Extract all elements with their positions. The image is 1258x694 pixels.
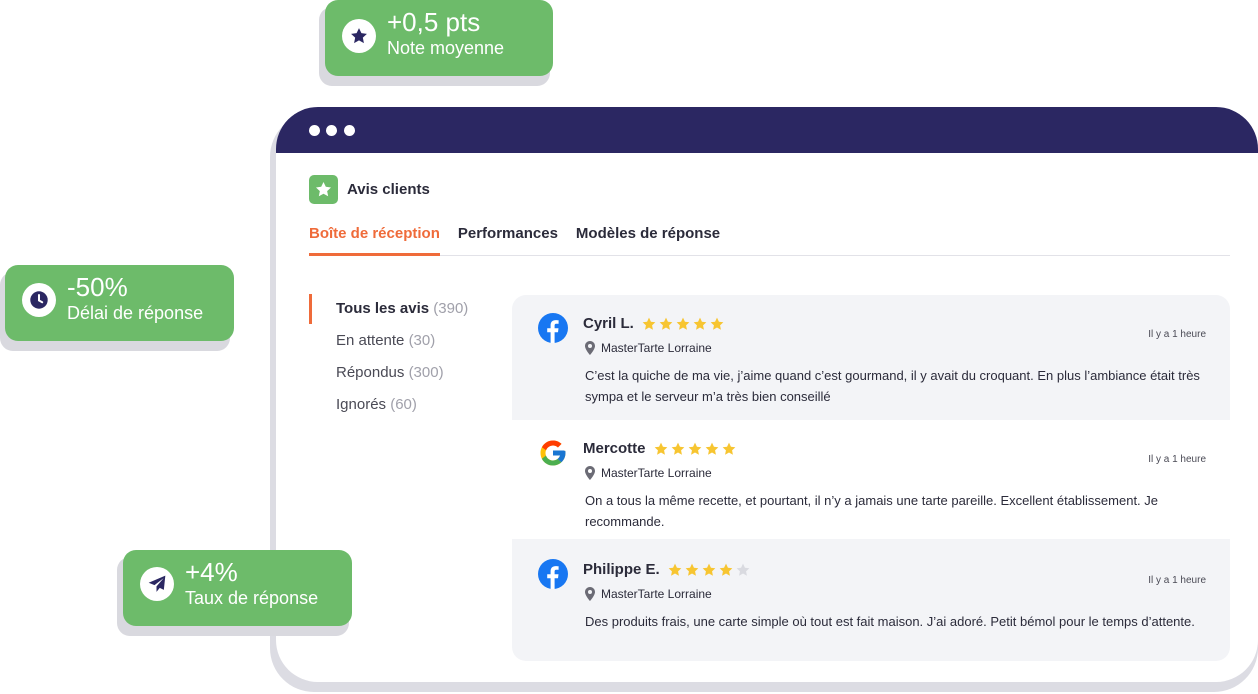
- filter-label: Répondus: [336, 364, 405, 381]
- review-time: Il y a 1 heure: [1148, 329, 1206, 340]
- app-window: Avis clients Boîte de réception Performa…: [276, 107, 1258, 682]
- filter-count: (60): [390, 396, 417, 413]
- filter-count: (300): [408, 364, 444, 381]
- star-filled-icon: [688, 442, 701, 455]
- rating-stars: [641, 316, 725, 332]
- facebook-icon: [538, 313, 568, 343]
- star-empty-icon: [736, 563, 750, 576]
- clock-icon: [22, 283, 56, 317]
- star-filled-icon: [676, 317, 690, 330]
- review-list: Cyril L. Il y a 1 heure MasterTarte Lorr…: [512, 295, 1230, 661]
- badge-value: -50%: [67, 272, 128, 302]
- paper-plane-icon: [140, 567, 174, 601]
- filter-ignored[interactable]: Ignorés (60): [309, 396, 468, 428]
- location-name: MasterTarte Lorraine: [601, 341, 712, 355]
- reviewer-name: Cyril L.: [583, 315, 634, 332]
- filter-all[interactable]: Tous les avis (390): [309, 294, 469, 332]
- review-header: Mercotte: [583, 440, 737, 457]
- star-filled-icon: [710, 317, 724, 330]
- location-pin-icon: [585, 466, 595, 480]
- review-header: Philippe E.: [583, 561, 751, 578]
- reviewer-name: Mercotte: [583, 440, 646, 457]
- location-pin-icon: [585, 341, 595, 355]
- review-card[interactable]: Cyril L. Il y a 1 heure MasterTarte Lorr…: [512, 295, 1230, 414]
- star-filled-icon: [685, 563, 699, 576]
- review-filters: Tous les avis (390) En attente (30) Répo…: [309, 294, 469, 428]
- filter-label: En attente: [336, 332, 405, 349]
- star-filled-icon: [719, 563, 733, 576]
- review-text: On a tous la même recette, et pourtant, …: [585, 493, 1159, 529]
- review-text: Des produits frais, une carte simple où …: [585, 614, 1195, 629]
- badge-value: +4%: [185, 557, 238, 587]
- star-filled-icon: [702, 563, 716, 576]
- app-header: Avis clients: [309, 175, 430, 204]
- window-titlebar: [276, 107, 1258, 153]
- facebook-icon: [538, 559, 568, 589]
- review-location: MasterTarte Lorraine: [585, 341, 712, 355]
- badge-body: +0,5 pts Note moyenne: [325, 0, 553, 76]
- badge-value: +0,5 pts: [387, 7, 481, 37]
- rating-stars: [653, 441, 737, 457]
- tab-bar: Boîte de réception Performances Modèles …: [309, 225, 1230, 256]
- review-location: MasterTarte Lorraine: [585, 466, 712, 480]
- reviewer-name: Philippe E.: [583, 561, 660, 578]
- review-time: Il y a 1 heure: [1148, 575, 1206, 586]
- app-title: Avis clients: [347, 181, 430, 198]
- filter-label: Tous les avis: [336, 300, 430, 317]
- filter-answered[interactable]: Répondus (300): [309, 364, 468, 396]
- location-name: MasterTarte Lorraine: [601, 466, 712, 480]
- tab-performances[interactable]: Performances: [458, 225, 558, 255]
- star-filled-icon: [642, 317, 656, 330]
- review-text: C’est la quiche de ma vie, j’aime quand …: [585, 368, 1200, 404]
- star-filled-icon: [671, 442, 684, 455]
- star-icon: [342, 19, 376, 53]
- filter-count: (390): [433, 300, 469, 317]
- star-filled-icon: [668, 563, 682, 576]
- window-dot: [344, 125, 355, 136]
- window-dot: [326, 125, 337, 136]
- tab-inbox[interactable]: Boîte de réception: [309, 225, 440, 256]
- badge-body: +4% Taux de réponse: [123, 550, 352, 626]
- google-icon: [540, 440, 566, 466]
- badge-label: Taux de réponse: [185, 588, 319, 608]
- filter-count: (30): [408, 332, 436, 349]
- location-pin-icon: [585, 587, 595, 601]
- star-filled-icon: [693, 317, 707, 330]
- tab-reply-templates[interactable]: Modèles de réponse: [576, 225, 720, 255]
- review-location: MasterTarte Lorraine: [585, 587, 712, 601]
- badge-label: Note moyenne: [387, 38, 505, 58]
- review-card[interactable]: Philippe E. Il y a 1 heure MasterTarte L…: [512, 541, 1230, 660]
- star-icon: [309, 175, 338, 204]
- star-filled-icon: [705, 442, 718, 455]
- star-filled-icon: [654, 442, 667, 455]
- review-header: Cyril L.: [583, 315, 725, 332]
- review-time: Il y a 1 heure: [1148, 454, 1206, 465]
- badge-label: Délai de réponse: [67, 303, 204, 323]
- window-dot: [309, 125, 320, 136]
- filter-label: Ignorés: [336, 396, 387, 413]
- star-filled-icon: [722, 442, 735, 455]
- star-filled-icon: [659, 317, 673, 330]
- badge-body: -50% Délai de réponse: [5, 265, 234, 341]
- location-name: MasterTarte Lorraine: [601, 587, 712, 601]
- filter-pending[interactable]: En attente (30): [309, 332, 468, 364]
- rating-stars: [667, 562, 751, 578]
- review-card[interactable]: Mercotte Il y a 1 heure MasterTarte Lorr…: [512, 420, 1230, 539]
